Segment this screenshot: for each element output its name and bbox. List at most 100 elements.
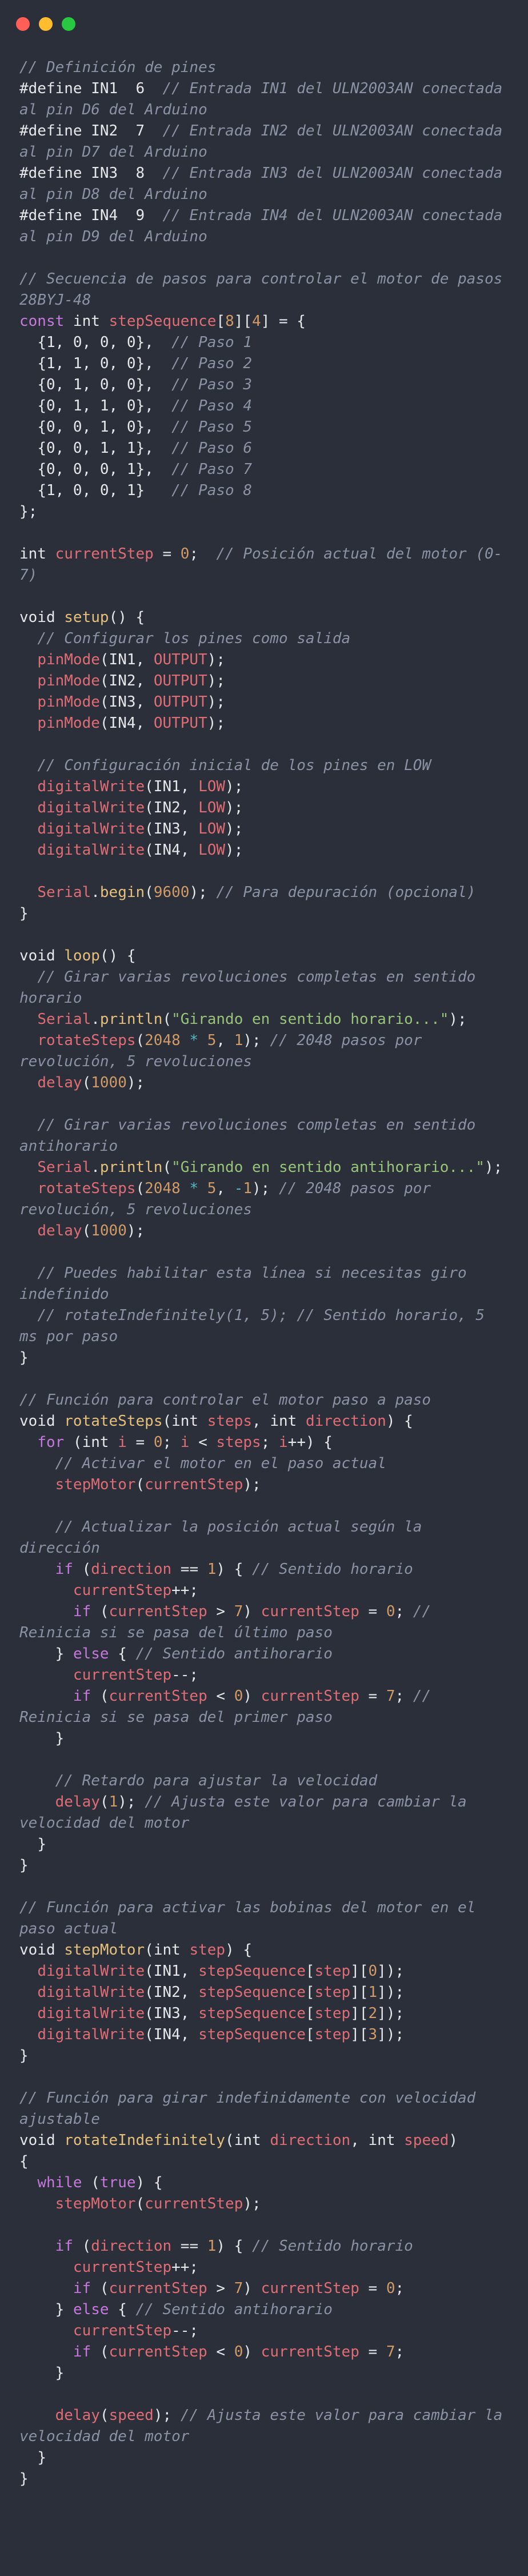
code-token: - xyxy=(234,1180,243,1197)
code-token: == xyxy=(171,2238,207,2255)
code-token: () { xyxy=(99,947,136,964)
code-line: stepMotor(currentStep); xyxy=(19,2194,511,2215)
code-line: {1, 0, 0, 0}, // Paso 1 xyxy=(19,332,511,353)
code-line: rotateSteps(2048 * 5, -1); // 2048 pasos… xyxy=(19,1178,511,1221)
code-token: // Paso 3 xyxy=(171,376,253,393)
close-window-dot-icon[interactable] xyxy=(16,17,30,31)
code-token: int xyxy=(19,545,55,563)
code-token: ; xyxy=(261,1434,279,1451)
code-token: ); xyxy=(126,1074,145,1091)
code-token: ( xyxy=(162,1159,172,1176)
code-token: ) { xyxy=(216,1561,253,1578)
code-token: delay xyxy=(55,1793,100,1811)
code-token: { xyxy=(109,2301,136,2318)
code-line: {0, 0, 0, 1}, // Paso 7 xyxy=(19,459,511,480)
minimize-window-dot-icon[interactable] xyxy=(39,17,53,31)
zoom-window-dot-icon[interactable] xyxy=(62,17,75,31)
code-token: (int xyxy=(162,1413,207,1430)
code-token: // Definición de pines xyxy=(19,59,217,76)
code-token: ( xyxy=(82,1074,91,1091)
code-line: } xyxy=(19,903,511,924)
code-line: for (int i = 0; i < steps; i++) { xyxy=(19,1432,511,1453)
code-token: // Sentido horario xyxy=(252,1561,413,1578)
code-token: void xyxy=(19,1413,65,1430)
code-line: {0, 0, 1, 0}, // Paso 5 xyxy=(19,417,511,438)
code-token: [ xyxy=(216,313,226,330)
code-token: ( xyxy=(91,2343,109,2360)
code-token: { xyxy=(109,1645,136,1662)
code-token: 0 xyxy=(153,1434,163,1451)
code-token: stepSequence xyxy=(198,1963,306,1980)
code-token: else xyxy=(73,2301,109,2318)
code-token: currentStep xyxy=(261,1603,359,1620)
code-token: rotateSteps xyxy=(37,1032,136,1049)
code-token: pinMode xyxy=(37,693,100,711)
code-token: digitalWrite xyxy=(37,1984,145,2001)
code-block[interactable]: // Definición de pines #define IN1 6 // E… xyxy=(19,57,511,2490)
code-token: ); xyxy=(485,1159,503,1176)
code-token: ) { xyxy=(225,1941,253,1959)
code-token: 4 xyxy=(252,313,261,330)
code-token: if xyxy=(73,1603,91,1620)
code-token: > xyxy=(207,1603,234,1620)
code-token: digitalWrite xyxy=(37,842,145,859)
code-line: // Activar el motor en el paso actual xyxy=(19,1453,511,1474)
code-token: ) xyxy=(449,2132,458,2149)
code-token: ]); xyxy=(377,2005,405,2022)
code-token: // Retardo para ajustar la velocidad xyxy=(55,1772,378,1789)
code-token: currentStep xyxy=(73,2259,172,2276)
code-token: } xyxy=(19,2301,73,2318)
code-token: ); xyxy=(225,820,243,838)
code-token: 0 xyxy=(386,1603,395,1620)
code-line: currentStep++; xyxy=(19,1580,511,1601)
code-token: pinMode xyxy=(37,715,100,732)
code-token: digitalWrite xyxy=(37,778,145,795)
code-token: 1 xyxy=(207,1561,217,1578)
code-line: } else { // Sentido antihorario xyxy=(19,2299,511,2320)
code-token: } xyxy=(19,2470,29,2487)
code-token: ( xyxy=(73,1561,91,1578)
code-token: ][ xyxy=(234,313,253,330)
code-token: direction xyxy=(270,2132,351,2149)
code-token: // Paso 1 xyxy=(171,334,253,351)
code-token: stepSequence xyxy=(198,2026,306,2043)
code-token: (IN1, xyxy=(99,651,154,668)
code-line: {1, 0, 0, 1} // Paso 8 xyxy=(19,480,511,501)
code-token: 5 xyxy=(207,1180,217,1197)
code-token: currentStep xyxy=(145,1476,243,1493)
code-token: ( xyxy=(73,2238,91,2255)
window-title-bar xyxy=(0,0,528,46)
code-token: steps xyxy=(216,1434,261,1451)
code-line: void rotateSteps(int steps, int directio… xyxy=(19,1411,511,1432)
code-token: "Girando en sentido horario..." xyxy=(171,1011,449,1028)
code-token: if xyxy=(55,1561,73,1578)
code-token: (IN1, xyxy=(145,778,199,795)
code-token: 7 xyxy=(234,1603,243,1620)
code-token: rotateSteps xyxy=(37,1180,136,1197)
code-token: currentStep xyxy=(145,2195,243,2212)
code-token: digitalWrite xyxy=(37,2026,145,2043)
code-line: } xyxy=(19,1728,511,1749)
code-token: OUTPUT xyxy=(153,672,207,689)
code-token: [ xyxy=(305,2026,315,2043)
code-token: ( xyxy=(99,1793,109,1811)
code-token: ); xyxy=(189,884,217,901)
code-token: ; xyxy=(395,1688,413,1705)
code-token: // rotateIndefinitely(1, 5); // Sentido … xyxy=(19,1307,494,1345)
code-token: if xyxy=(73,1688,91,1705)
code-token: (IN3, xyxy=(145,820,199,838)
code-token: ( xyxy=(135,1180,145,1197)
code-token: currentStep xyxy=(261,1688,359,1705)
